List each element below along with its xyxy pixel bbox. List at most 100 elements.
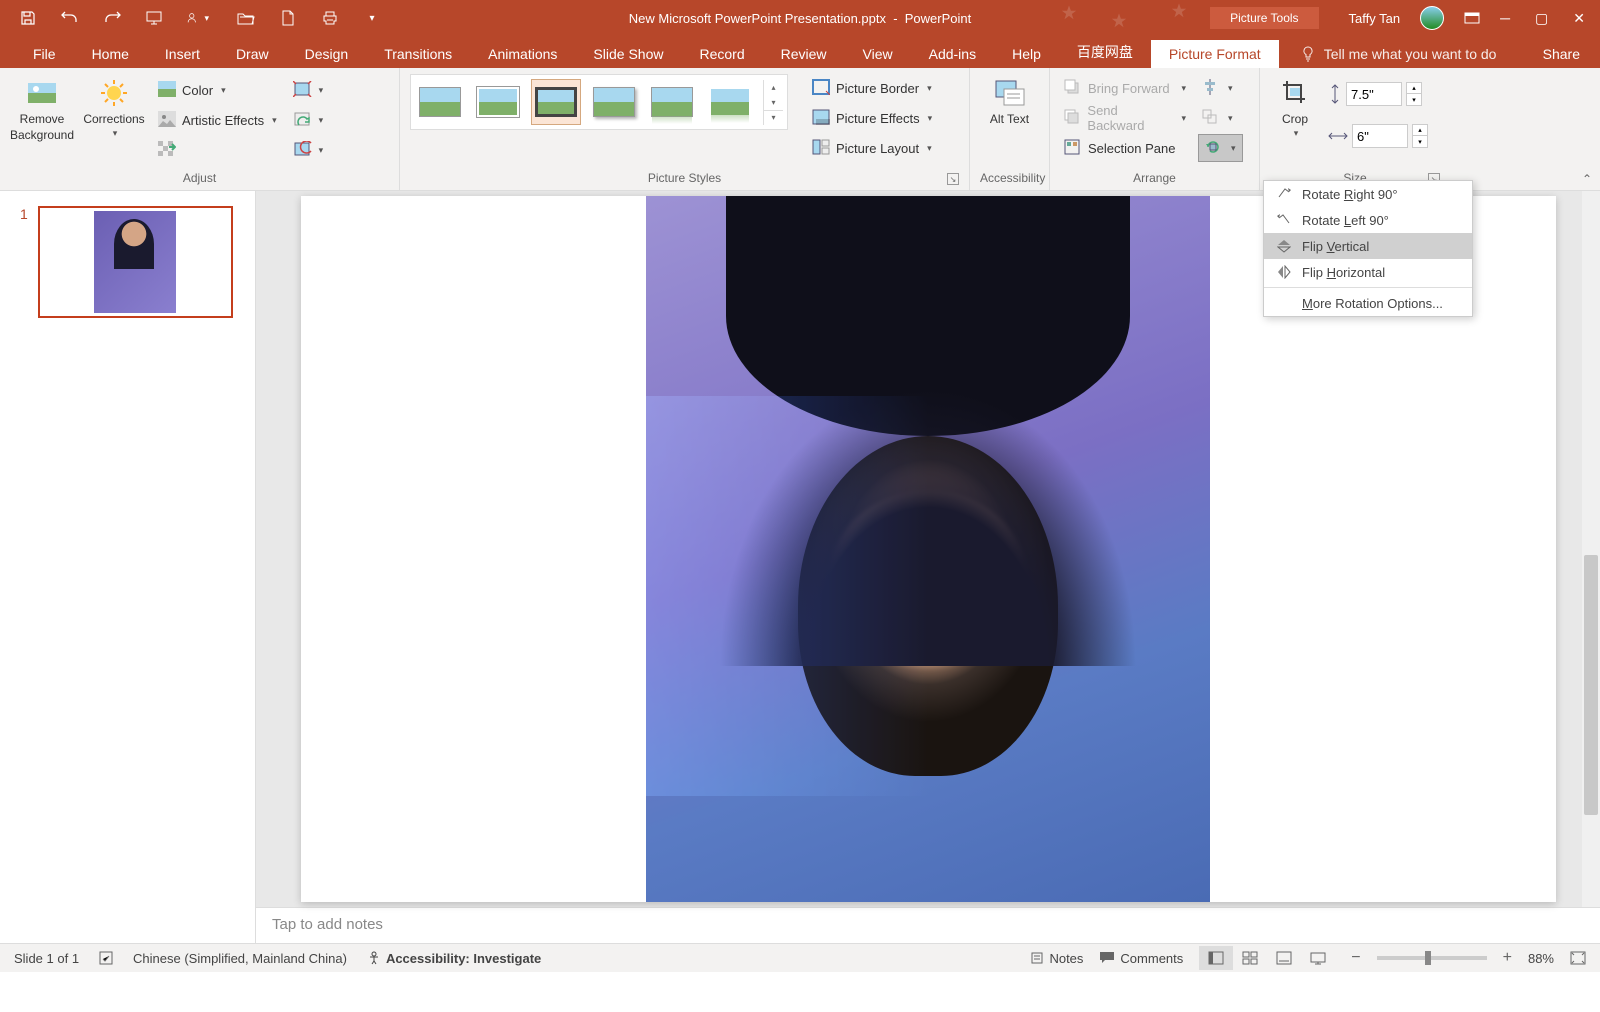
width-input[interactable]: ▴▾ bbox=[1328, 124, 1428, 148]
title-bar: ▾ ▾ New Microsoft PowerPoint Presentatio… bbox=[0, 0, 1600, 36]
zoom-level[interactable]: 88% bbox=[1528, 951, 1554, 966]
ribbon-tabs: File Home Insert Draw Design Transitions… bbox=[0, 36, 1600, 68]
group-label-styles: Picture Styles↘ bbox=[410, 168, 959, 188]
qat-more-icon[interactable]: ▾ bbox=[362, 8, 382, 28]
compress-pictures-button[interactable]: ▾ bbox=[289, 76, 328, 104]
open-icon[interactable] bbox=[236, 8, 256, 28]
share-button[interactable]: Share bbox=[1523, 40, 1600, 68]
style-item[interactable] bbox=[415, 79, 465, 125]
alt-text-button[interactable]: Alt Text bbox=[982, 74, 1038, 128]
rotate-menu: Rotate Right 90° Rotate Left 90° Flip Ve… bbox=[1263, 180, 1473, 317]
change-picture-button[interactable]: ▾ bbox=[289, 106, 328, 134]
print-icon[interactable] bbox=[320, 8, 340, 28]
picture-layout-button[interactable]: Picture Layout▾ bbox=[808, 134, 936, 162]
height-input[interactable]: ▴▾ bbox=[1328, 82, 1428, 106]
more-rotation-item[interactable]: More Rotation Options... bbox=[1264, 290, 1472, 316]
close-button[interactable]: ✕ bbox=[1573, 10, 1585, 27]
tab-transitions[interactable]: Transitions bbox=[366, 40, 470, 68]
save-icon[interactable] bbox=[18, 8, 38, 28]
tab-addins[interactable]: Add-ins bbox=[911, 40, 994, 68]
notes-button[interactable]: Notes bbox=[1030, 951, 1083, 966]
picture-effects-button[interactable]: Picture Effects▾ bbox=[808, 104, 936, 132]
fit-to-window-button[interactable] bbox=[1570, 951, 1586, 965]
tab-animations[interactable]: Animations bbox=[470, 40, 575, 68]
height-icon bbox=[1328, 84, 1342, 104]
zoom-in-button[interactable]: + bbox=[1503, 949, 1512, 967]
picture-border-button[interactable]: Picture Border▾ bbox=[808, 74, 936, 102]
tab-record[interactable]: Record bbox=[681, 40, 762, 68]
tab-review[interactable]: Review bbox=[763, 40, 845, 68]
accessibility-indicator[interactable]: Accessibility: Investigate bbox=[367, 951, 541, 966]
style-item[interactable] bbox=[589, 79, 639, 125]
tab-help[interactable]: Help bbox=[994, 40, 1059, 68]
reset-picture-button[interactable]: ▾ bbox=[289, 136, 328, 164]
group-button[interactable]: ▾ bbox=[1198, 104, 1243, 132]
reading-view-button[interactable] bbox=[1267, 946, 1301, 970]
transparency-button[interactable] bbox=[154, 136, 281, 164]
width-field[interactable] bbox=[1352, 124, 1408, 148]
comments-button[interactable]: Comments bbox=[1099, 951, 1183, 966]
user-avatar[interactable] bbox=[1420, 6, 1444, 30]
tab-picture-format[interactable]: Picture Format bbox=[1151, 40, 1279, 68]
corrections-button[interactable]: Corrections▾ bbox=[82, 74, 146, 139]
inserted-picture[interactable] bbox=[646, 196, 1210, 902]
ribbon: Remove Background Corrections▾ Color▾ Ar… bbox=[0, 68, 1600, 191]
group-label-adjust: Adjust bbox=[10, 168, 389, 188]
rotate-right-item[interactable]: Rotate Right 90° bbox=[1264, 181, 1472, 207]
artistic-effects-button[interactable]: Artistic Effects▾ bbox=[154, 106, 281, 134]
rotate-left-item[interactable]: Rotate Left 90° bbox=[1264, 207, 1472, 233]
width-icon bbox=[1328, 129, 1348, 143]
flip-vertical-item[interactable]: Flip Vertical bbox=[1264, 233, 1472, 259]
normal-view-button[interactable] bbox=[1199, 946, 1233, 970]
color-button[interactable]: Color▾ bbox=[154, 76, 281, 104]
tab-insert[interactable]: Insert bbox=[147, 40, 218, 68]
language-indicator[interactable]: Chinese (Simplified, Mainland China) bbox=[133, 951, 347, 966]
crop-button[interactable]: Crop▾ bbox=[1270, 74, 1320, 139]
zoom-out-button[interactable]: − bbox=[1351, 949, 1360, 967]
style-item[interactable] bbox=[705, 79, 755, 125]
new-doc-icon[interactable] bbox=[278, 8, 298, 28]
tab-file[interactable]: File bbox=[15, 40, 74, 68]
decorative-icon[interactable] bbox=[99, 951, 113, 965]
redo-icon[interactable] bbox=[102, 8, 122, 28]
slideshow-view-button[interactable] bbox=[1301, 946, 1335, 970]
vertical-scrollbar[interactable] bbox=[1582, 191, 1600, 907]
dialog-launcher-icon[interactable]: ↘ bbox=[947, 173, 959, 185]
style-item[interactable] bbox=[531, 79, 581, 125]
status-bar: Slide 1 of 1 Chinese (Simplified, Mainla… bbox=[0, 943, 1600, 972]
style-item[interactable] bbox=[473, 79, 523, 125]
selection-pane-button[interactable]: Selection Pane bbox=[1060, 134, 1190, 162]
bring-forward-button[interactable]: Bring Forward▾ bbox=[1060, 74, 1190, 102]
maximize-button[interactable]: ▢ bbox=[1535, 10, 1548, 27]
zoom-slider[interactable] bbox=[1377, 956, 1487, 960]
picture-styles-gallery[interactable]: ▴▾▾ bbox=[410, 74, 788, 130]
align-button[interactable]: ▾ bbox=[1198, 74, 1243, 102]
tab-baidu[interactable]: 百度网盘 bbox=[1059, 36, 1151, 68]
notes-pane[interactable]: Tap to add notes bbox=[256, 907, 1600, 943]
tab-draw[interactable]: Draw bbox=[218, 40, 287, 68]
tab-home[interactable]: Home bbox=[74, 40, 147, 68]
remove-background-button[interactable]: Remove Background bbox=[10, 74, 74, 143]
tab-view[interactable]: View bbox=[845, 40, 911, 68]
slide-thumbnails-panel: 1 bbox=[0, 191, 256, 943]
height-field[interactable] bbox=[1346, 82, 1402, 106]
slide-thumbnail[interactable] bbox=[38, 206, 233, 318]
rotate-button[interactable]: ▾ bbox=[1198, 134, 1243, 162]
sorter-view-button[interactable] bbox=[1233, 946, 1267, 970]
ribbon-display-icon[interactable] bbox=[1464, 12, 1480, 24]
present-icon[interactable] bbox=[144, 8, 164, 28]
undo-icon[interactable] bbox=[60, 8, 80, 28]
slide-indicator[interactable]: Slide 1 of 1 bbox=[14, 951, 79, 966]
send-backward-button[interactable]: Send Backward▾ bbox=[1060, 104, 1190, 132]
minimize-button[interactable]: ─ bbox=[1500, 10, 1510, 27]
height-spinner[interactable]: ▴▾ bbox=[1406, 82, 1422, 106]
width-spinner[interactable]: ▴▾ bbox=[1412, 124, 1428, 148]
style-item[interactable] bbox=[647, 79, 697, 125]
tab-design[interactable]: Design bbox=[287, 40, 367, 68]
tab-slideshow[interactable]: Slide Show bbox=[575, 40, 681, 68]
flip-horizontal-item[interactable]: Flip Horizontal bbox=[1264, 259, 1472, 285]
user-dropdown-icon[interactable]: ▾ bbox=[186, 8, 214, 28]
tell-me-search[interactable]: Tell me what you want to do bbox=[1294, 40, 1503, 68]
gallery-more-button[interactable]: ▴▾▾ bbox=[763, 80, 783, 125]
collapse-ribbon-button[interactable]: ⌃ bbox=[1582, 172, 1592, 186]
